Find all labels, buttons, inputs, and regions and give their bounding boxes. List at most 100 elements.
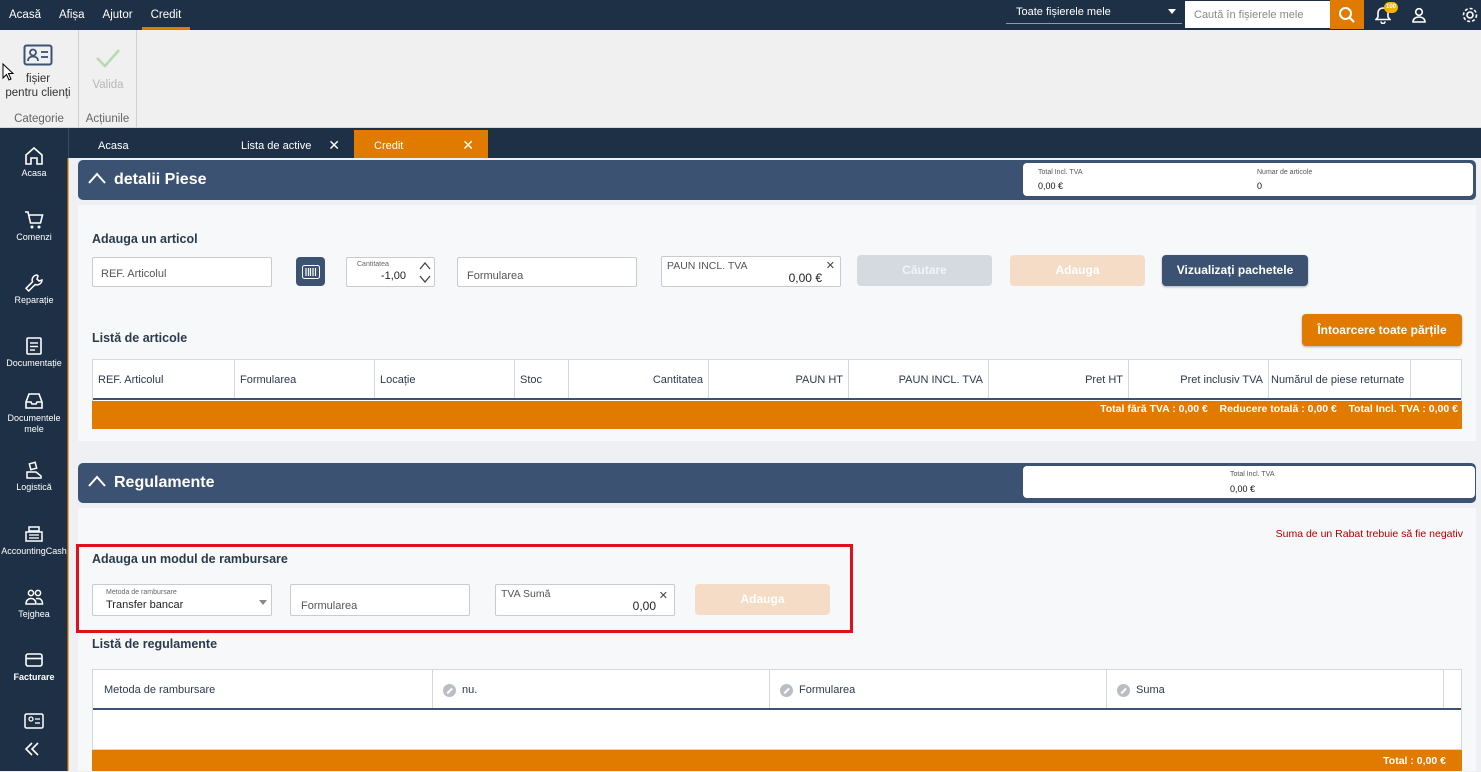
sidebar-item-label: Comenzi — [16, 232, 52, 242]
notification-count-badge: 100 — [1384, 2, 1398, 13]
sidebar-item-label: Documentele mele — [7, 413, 61, 434]
barcode-button[interactable] — [296, 257, 325, 286]
ribbon-group-label-category: Categorie — [14, 113, 64, 125]
column-header[interactable]: Numărul de piese returnate — [1269, 360, 1411, 398]
logistics-icon — [26, 461, 42, 479]
column-header[interactable]: Stoc — [515, 360, 569, 398]
ribbon-group-label-actions: Acțiunile — [85, 113, 130, 125]
column-header[interactable]: Locație — [375, 360, 515, 398]
payments-list-title: Listă de regulamente — [92, 637, 218, 651]
payments-section-header[interactable]: Regulamente Total Incl. TVA 0,00 € — [78, 463, 1476, 503]
home-icon — [25, 146, 43, 165]
document-icon — [26, 337, 42, 355]
card-icon — [25, 653, 43, 667]
column-header[interactable]: Pret HT — [989, 360, 1129, 398]
column-header[interactable]: PAUN INCL. TVA — [849, 360, 989, 398]
column-header[interactable]: REF. Articolul — [93, 360, 235, 398]
sidebar: Acasa Comenzi Reparație Documentație Doc… — [0, 128, 68, 771]
cart-icon — [25, 211, 44, 229]
article-formula-input[interactable]: Formularea — [457, 257, 637, 287]
table-header-divider — [93, 708, 1461, 710]
sidebar-item-counter[interactable]: Tejghea — [0, 587, 68, 620]
sidebar-item-orders[interactable]: Comenzi — [0, 210, 68, 243]
sidebar-item-logistics[interactable]: Logistică — [0, 460, 68, 493]
search-button[interactable] — [1330, 0, 1364, 29]
column-header[interactable]: Suma — [1107, 670, 1444, 708]
sidebar-item-home[interactable]: Acasa — [0, 146, 68, 179]
tab-bar: Acasa Lista de active ✕ Credit ✕ — [68, 128, 1481, 158]
parts-count-value: 0 — [1257, 181, 1263, 191]
column-header[interactable]: Cantitatea — [569, 360, 709, 398]
customer-file-label-2: pentru clienți — [5, 87, 71, 99]
view-packages-button[interactable]: Vizualizați pachetele — [1162, 255, 1308, 286]
parts-section-header[interactable]: detalii Piese Total Incl. TVA 0,00 € Num… — [78, 160, 1476, 200]
column-header[interactable]: Formularea — [235, 360, 375, 398]
content-divider — [67, 158, 69, 771]
article-ref-input[interactable]: REF. Articolul — [92, 257, 272, 287]
close-icon[interactable]: ✕ — [328, 130, 340, 160]
collapse-sidebar-button[interactable] — [24, 740, 40, 761]
file-scope-dropdown[interactable]: Toate fișierele mele — [1006, 2, 1182, 24]
table-header-divider — [93, 398, 1461, 400]
tab-label: Lista de active — [241, 140, 312, 152]
user-button[interactable] — [1408, 4, 1430, 26]
column-header[interactable]: Formularea — [770, 670, 1107, 708]
sidebar-item-repair[interactable]: Reparație — [0, 273, 68, 306]
column-header-label: Suma — [1136, 684, 1165, 696]
settings-button[interactable] — [1459, 4, 1481, 26]
menu-home[interactable]: Acasă — [0, 0, 50, 30]
id-card-icon[interactable] — [24, 713, 44, 729]
parts-count-label: Numar de articole — [1257, 169, 1313, 176]
column-header[interactable]: Metoda de rambursare — [93, 670, 433, 708]
column-header-label: nu. — [462, 684, 478, 696]
notifications-button[interactable]: 100 — [1372, 2, 1398, 26]
add-article-title: Adauga un articol — [92, 232, 198, 246]
close-icon[interactable]: ✕ — [462, 130, 474, 160]
column-header-label: Formularea — [799, 684, 856, 696]
column-header[interactable]: PAUN HT — [709, 360, 849, 398]
menu-view[interactable]: Afișa — [50, 0, 94, 30]
tab-home[interactable]: Acasa — [78, 130, 221, 158]
disabled-icon — [1117, 683, 1130, 697]
tab-label: Credit — [374, 140, 404, 152]
add-article-button[interactable]: Adauga — [1010, 255, 1145, 286]
parts-total-value: 0,00 € — [1038, 181, 1064, 191]
validate-label: Valida — [92, 79, 124, 91]
search-input[interactable]: Caută în fișierele mele — [1185, 1, 1330, 28]
parts-section-title: detalii Piese — [114, 171, 207, 188]
sidebar-item-my-documents[interactable]: Documentele mele — [0, 391, 68, 435]
cash-register-icon — [25, 526, 43, 542]
tab-credit[interactable]: Credit ✕ — [354, 130, 488, 158]
unit-price-value: 0,00 € — [788, 271, 822, 285]
chevron-up-icon[interactable] — [419, 261, 431, 270]
column-header[interactable]: nu. — [433, 670, 770, 708]
column-header[interactable]: Pret inclusiv TVA — [1129, 360, 1269, 398]
sidebar-item-documentation[interactable]: Documentație — [0, 336, 68, 369]
validate-button[interactable]: Valida — [79, 48, 137, 92]
inbox-icon — [25, 393, 43, 409]
sidebar-item-accounting-cash[interactable]: AccountingCash — [0, 524, 68, 557]
unit-price-label: PAUN INCL. TVA — [667, 260, 748, 272]
unit-price-incl-vat-input[interactable]: PAUN INCL. TVA 0,00 € ✕ — [661, 256, 841, 287]
payments-totals-box: Total Incl. TVA 0,00 € — [1023, 466, 1475, 498]
menu-help[interactable]: Ajutor — [94, 0, 142, 30]
tab-asset-list[interactable]: Lista de active ✕ — [221, 130, 354, 158]
quantity-stepper[interactable]: Cantitatea -1,00 — [346, 257, 435, 287]
payments-table: Metoda de rambursare nu. Formularea Suma — [92, 669, 1462, 750]
return-all-parts-button[interactable]: Întoarcere toate părțile — [1302, 314, 1462, 346]
sidebar-item-label: Reparație — [14, 295, 54, 305]
search-article-button[interactable]: Căutare — [857, 255, 992, 286]
gear-icon — [1462, 7, 1478, 23]
chevron-up-icon[interactable] — [88, 475, 106, 487]
chevron-down-icon[interactable] — [419, 275, 431, 284]
ribbon-toolbar: fișier pentru clienți Categorie Valida A… — [0, 30, 1481, 128]
sidebar-item-label: Logistică — [16, 482, 52, 492]
negative-discount-warning: Suma de un Rabat trebuie să fie negativ — [1275, 528, 1463, 540]
id-card-icon — [23, 44, 53, 66]
file-scope-value: Toate fișierele mele — [1016, 6, 1111, 18]
clear-icon[interactable]: ✕ — [826, 259, 835, 272]
menu-credit[interactable]: Credit — [141, 0, 191, 30]
chevron-up-icon[interactable] — [88, 172, 106, 184]
highlight-annotation — [76, 544, 853, 633]
sidebar-item-billing[interactable]: Facturare — [0, 650, 68, 683]
